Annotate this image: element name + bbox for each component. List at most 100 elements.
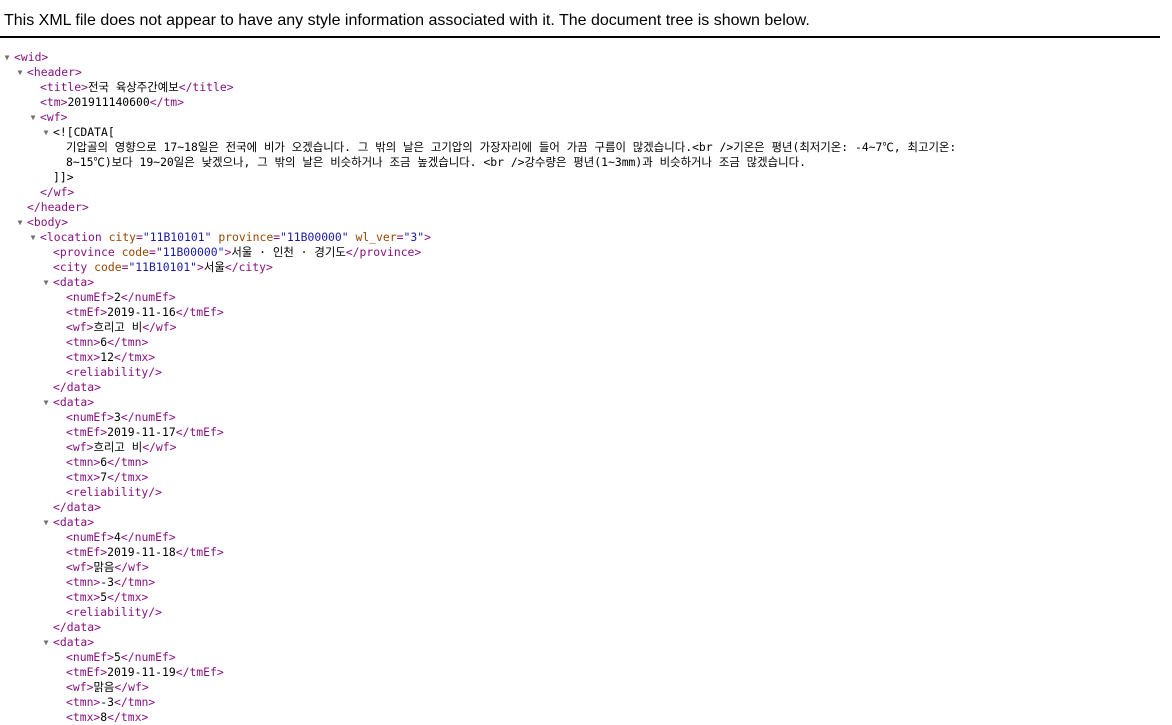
xml-tag: <numEf> bbox=[66, 410, 115, 424]
xml-txt: 3 bbox=[114, 410, 121, 424]
xml-line-content: <numEf>5</numEf> bbox=[66, 650, 176, 665]
xml-line-content: <tmn>-3</tmn> bbox=[66, 575, 155, 590]
xml-line-content: <tmx>8</tmx> bbox=[66, 710, 148, 725]
xml-attr-name: city bbox=[108, 230, 137, 244]
xml-txt: 기압골의 영향으로 17~18일은 전국에 비가 오겠습니다. 그 밖의 날은 … bbox=[66, 140, 957, 154]
xml-line-content: <tmx>12</tmx> bbox=[66, 350, 155, 365]
xml-line-content: <wf>맑음</wf> bbox=[66, 560, 149, 575]
xml-tag: <tmn> bbox=[66, 695, 101, 709]
xml-tag: <body> bbox=[27, 215, 69, 229]
triangle-down-icon[interactable]: ▼ bbox=[28, 230, 38, 245]
triangle-down-icon[interactable]: ▼ bbox=[15, 65, 25, 80]
xml-line-content: <wf>흐리고 비</wf> bbox=[66, 320, 177, 335]
xml-tag: <tmEf> bbox=[66, 305, 108, 319]
xml-info-banner: This XML file does not appear to have an… bbox=[0, 0, 1160, 38]
xml-tag: <location bbox=[40, 230, 109, 244]
xml-tag: <tmx> bbox=[66, 590, 101, 604]
xml-txt: 서울 bbox=[203, 260, 225, 274]
triangle-down-icon[interactable]: ▼ bbox=[41, 635, 51, 650]
xml-tag: </tmEf> bbox=[175, 545, 224, 559]
xml-line-content: <numEf>2</numEf> bbox=[66, 290, 176, 305]
triangle-down-icon[interactable]: ▼ bbox=[41, 125, 51, 140]
xml-line-content: <data> bbox=[53, 635, 94, 650]
xml-tag: > bbox=[424, 230, 431, 244]
xml-tag: </tmx> bbox=[107, 470, 149, 484]
xml-txt: 맑음 bbox=[93, 560, 115, 574]
xml-txt: 2 bbox=[114, 290, 121, 304]
xml-txt: ]]> bbox=[53, 170, 74, 184]
xml-tag: </numEf> bbox=[120, 290, 176, 304]
xml-line-content: <tmn>-3</tmn> bbox=[66, 695, 155, 710]
triangle-down-icon[interactable]: ▼ bbox=[41, 395, 51, 410]
xml-tag: </tmEf> bbox=[175, 425, 224, 439]
xml-txt: -3 bbox=[100, 695, 115, 709]
xml-tag: </numEf> bbox=[120, 530, 176, 544]
xml-tag: </wf> bbox=[142, 440, 177, 454]
xml-txt: 2019-11-19 bbox=[107, 665, 176, 679]
xml-line-content: <data> bbox=[53, 515, 94, 530]
xml-txt: 서울 · 인천 · 경기도 bbox=[231, 245, 346, 259]
xml-line-content: <tmx>7</tmx> bbox=[66, 470, 148, 485]
xml-tag: <wf> bbox=[66, 320, 94, 334]
xml-line-content: ]]> bbox=[53, 170, 74, 185]
xml-tag: <data> bbox=[53, 395, 95, 409]
xml-attr-name: province bbox=[218, 230, 274, 244]
xml-line-content: <tmn>6</tmn> bbox=[66, 455, 148, 470]
xml-line-content: </data> bbox=[53, 500, 101, 515]
xml-tag: <tmEf> bbox=[66, 665, 108, 679]
xml-line-content: <wf>맑음</wf> bbox=[66, 680, 149, 695]
xml-tag: <reliability/> bbox=[66, 365, 163, 379]
xml-attr-val: "11B00000" bbox=[280, 230, 349, 244]
xml-line-content: <city code="11B10101">서울</city> bbox=[53, 260, 273, 275]
xml-attr-val: "11B10101" bbox=[142, 230, 212, 244]
xml-tag: <tmx> bbox=[66, 710, 101, 724]
xml-tag: </tm> bbox=[149, 95, 185, 109]
xml-attr-name: code bbox=[121, 245, 150, 259]
xml-attr-name: wl_ver bbox=[355, 230, 397, 244]
xml-txt: <![CDATA[ bbox=[53, 125, 115, 139]
xml-line-content: <wf> bbox=[40, 110, 67, 125]
xml-tag: <tmx> bbox=[66, 350, 101, 364]
xml-tag: <province bbox=[53, 245, 122, 259]
triangle-down-icon[interactable]: ▼ bbox=[15, 215, 25, 230]
xml-tag: <data> bbox=[53, 635, 95, 649]
xml-tag: </tmn> bbox=[107, 455, 149, 469]
xml-tag: </tmn> bbox=[114, 575, 156, 589]
xml-tag: </wf> bbox=[114, 680, 149, 694]
xml-line-content: <numEf>4</numEf> bbox=[66, 530, 176, 545]
xml-tag: <wid> bbox=[14, 50, 49, 64]
triangle-down-icon[interactable]: ▼ bbox=[41, 515, 51, 530]
xml-line-content: <reliability/> bbox=[66, 485, 162, 500]
xml-line-content: <tmn>6</tmn> bbox=[66, 335, 148, 350]
xml-tag: </data> bbox=[53, 500, 102, 514]
triangle-down-icon[interactable]: ▼ bbox=[2, 50, 12, 65]
xml-line-content: <tmEf>2019-11-16</tmEf> bbox=[66, 305, 224, 320]
xml-txt: 맑음 bbox=[93, 680, 115, 694]
xml-txt: 5 bbox=[114, 650, 121, 664]
xml-tag: <tmEf> bbox=[66, 425, 108, 439]
xml-line-content: <body> bbox=[27, 215, 68, 230]
xml-line-content: <title>전국 육상주간예보</title> bbox=[40, 80, 234, 95]
xml-tag: </wf> bbox=[40, 185, 75, 199]
triangle-down-icon[interactable]: ▼ bbox=[41, 275, 51, 290]
xml-line-content: <reliability/> bbox=[66, 365, 162, 380]
xml-line-content: <tmx>5</tmx> bbox=[66, 590, 148, 605]
xml-line-content: <header> bbox=[27, 65, 82, 80]
xml-line-content: <data> bbox=[53, 275, 94, 290]
xml-tag: <wf> bbox=[66, 560, 94, 574]
xml-txt: -3 bbox=[100, 575, 115, 589]
triangle-down-icon[interactable]: ▼ bbox=[28, 110, 38, 125]
xml-tag: </header> bbox=[27, 200, 89, 214]
xml-tag: </numEf> bbox=[120, 410, 176, 424]
xml-tag: <wf> bbox=[66, 680, 94, 694]
xml-tag: </tmn> bbox=[114, 695, 156, 709]
xml-line-content: <tmEf>2019-11-17</tmEf> bbox=[66, 425, 224, 440]
xml-line-content: </wf> bbox=[40, 185, 74, 200]
xml-txt: 2019-11-18 bbox=[107, 545, 176, 559]
xml-tag: = bbox=[136, 230, 143, 244]
xml-tag: </wf> bbox=[114, 560, 149, 574]
xml-tag: </data> bbox=[53, 380, 102, 394]
xml-txt: 2019-11-17 bbox=[107, 425, 176, 439]
xml-tag: <wf> bbox=[66, 440, 94, 454]
xml-line-content: <location city="11B10101" province="11B0… bbox=[40, 230, 431, 245]
